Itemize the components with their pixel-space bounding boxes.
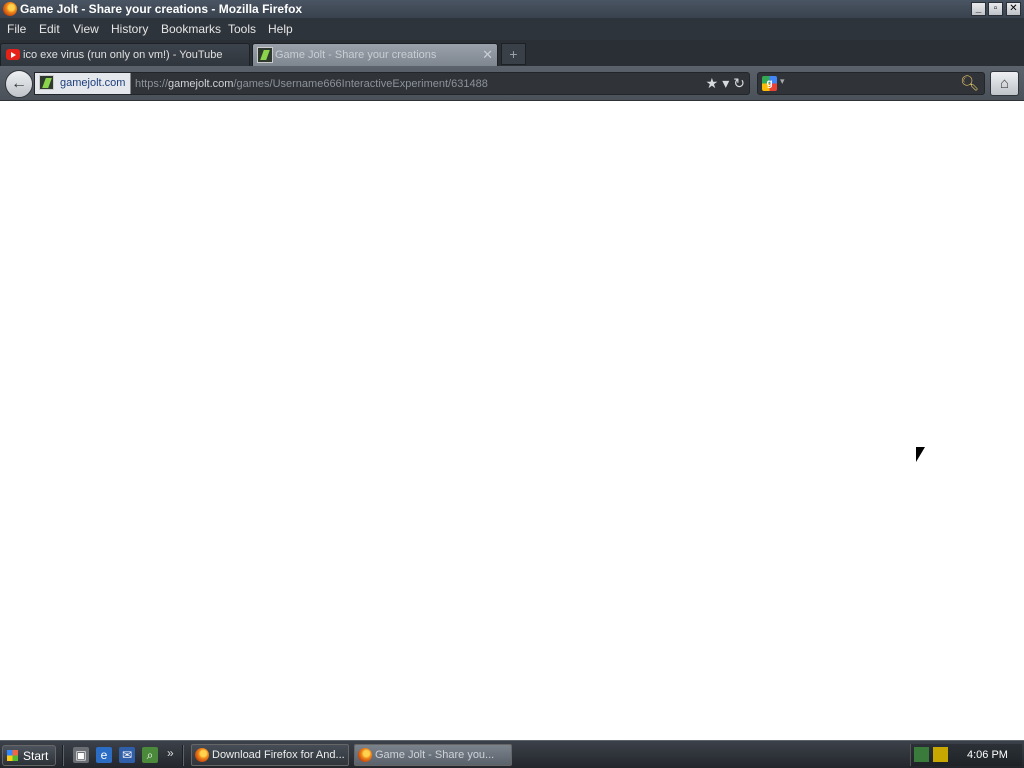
minimize-button[interactable]: _ <box>971 2 986 16</box>
network-icon[interactable] <box>914 747 929 762</box>
firefox-icon <box>195 748 209 762</box>
url-text[interactable]: https://gamejolt.com/games/Username666In… <box>135 78 488 90</box>
url-host: gamejolt.com <box>168 78 234 90</box>
youtube-icon <box>6 49 20 60</box>
restore-button[interactable]: ▫ <box>988 2 1003 16</box>
windows-logo-icon <box>7 750 18 761</box>
url-bar-icons: ★ ▾ ↻ <box>702 75 745 92</box>
navigation-toolbar: ← gamejolt.com https://gamejolt.com/game… <box>0 66 1024 101</box>
magnifier-search-icon[interactable]: 🔍︎ <box>960 74 979 92</box>
taskbar-item-download-firefox[interactable]: Download Firefox for And... <box>191 744 349 766</box>
back-arrow-icon: ← <box>11 75 27 92</box>
search-bar[interactable]: g ▾ 🔍︎ <box>757 72 985 95</box>
tab-youtube[interactable]: ico exe virus (run only on vm!) - YouTub… <box>0 43 250 66</box>
firefox-icon <box>358 748 372 762</box>
site-identity-button[interactable]: gamejolt.com <box>35 73 131 94</box>
system-tray: 4:06 PM <box>910 744 1022 766</box>
security-icon[interactable] <box>933 747 948 762</box>
gamejolt-icon <box>257 47 273 63</box>
back-button[interactable]: ← <box>5 70 33 98</box>
menu-bar: File Edit View History Bookmarks Tools H… <box>0 18 1024 40</box>
taskbar-separator <box>182 745 184 766</box>
quick-launch-more-icon[interactable]: » <box>167 746 174 760</box>
menu-help[interactable]: Help <box>268 22 293 36</box>
window-titlebar: Game Jolt - Share your creations - Mozil… <box>0 0 1024 18</box>
page-content[interactable] <box>0 101 1024 740</box>
show-desktop-icon[interactable]: ▣ <box>73 747 89 763</box>
clock[interactable]: 4:06 PM <box>967 749 1008 761</box>
menu-tools[interactable]: Tools <box>228 22 256 36</box>
internet-explorer-icon[interactable]: e <box>96 747 112 763</box>
history-dropdown-icon[interactable]: ▾ <box>722 75 729 92</box>
gamejolt-icon <box>39 75 54 90</box>
start-button[interactable]: Start <box>2 745 56 766</box>
tab-label: Game Jolt - Share your creations <box>275 49 437 61</box>
menu-history[interactable]: History <box>111 22 148 36</box>
task-label: Download Firefox for And... <box>212 749 345 761</box>
identity-domain: gamejolt.com <box>60 77 126 89</box>
reload-icon[interactable]: ↻ <box>733 75 745 92</box>
taskbar-item-gamejolt[interactable]: Game Jolt - Share you... <box>354 744 512 766</box>
search-engine-dropdown-icon[interactable]: ▾ <box>780 76 785 87</box>
menu-view[interactable]: View <box>73 22 99 36</box>
menu-file[interactable]: File <box>7 22 26 36</box>
close-tab-icon[interactable]: ✕ <box>482 47 493 63</box>
window-title: Game Jolt - Share your creations - Mozil… <box>20 2 303 16</box>
url-bar[interactable]: gamejolt.com https://gamejolt.com/games/… <box>34 72 750 95</box>
home-button[interactable]: ⌂ <box>990 71 1019 96</box>
start-label: Start <box>23 749 49 763</box>
home-icon: ⌂ <box>999 75 1010 92</box>
search-icon[interactable]: ⌕ <box>142 747 158 763</box>
firefox-logo-icon <box>3 2 17 16</box>
outlook-icon[interactable]: ✉ <box>119 747 135 763</box>
url-path: /games/Username666InteractiveExperiment/… <box>233 78 488 90</box>
tab-label: ico exe virus (run only on vm!) - YouTub… <box>23 49 223 61</box>
task-label: Game Jolt - Share you... <box>375 749 495 761</box>
mouse-cursor-icon <box>916 447 925 462</box>
url-prefix: https:// <box>135 78 169 90</box>
tab-gamejolt[interactable]: Game Jolt - Share your creations ✕ <box>252 43 498 66</box>
menu-bookmarks[interactable]: Bookmarks <box>161 22 221 36</box>
taskbar: Start ▣ e ✉ ⌕ » Download Firefox for And… <box>0 740 1024 768</box>
google-icon[interactable]: g <box>762 76 777 91</box>
close-window-button[interactable]: ✕ <box>1006 2 1021 16</box>
bookmark-star-icon[interactable]: ★ <box>706 75 719 92</box>
new-tab-button[interactable]: + <box>501 43 526 65</box>
taskbar-separator <box>62 745 64 766</box>
menu-edit[interactable]: Edit <box>39 22 60 36</box>
